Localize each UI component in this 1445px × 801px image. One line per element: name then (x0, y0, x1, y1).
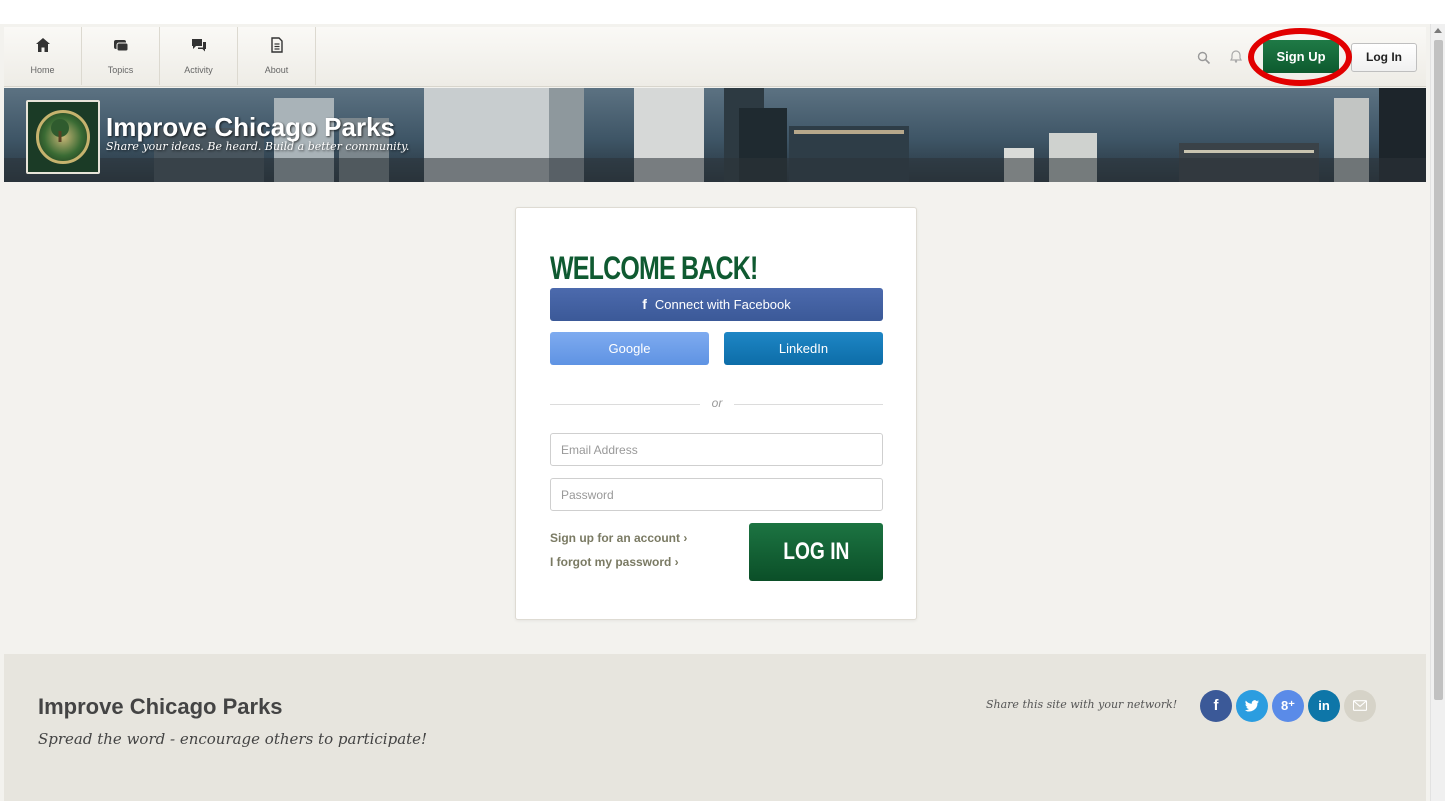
nav-home-label: Home (30, 65, 55, 75)
activity-icon (192, 39, 206, 52)
nav-about-label: About (264, 65, 289, 75)
email-field[interactable] (550, 433, 883, 466)
nav-about[interactable]: About (238, 27, 316, 85)
facebook-connect-label: Connect with Facebook (654, 297, 791, 312)
nav-activity[interactable]: Activity (160, 27, 238, 85)
facebook-connect-button[interactable]: f Connect with Facebook (550, 288, 883, 321)
site-tagline: Share your ideas. Be heard. Build a bett… (106, 140, 410, 153)
forgot-password-link[interactable]: I forgot my password › (550, 555, 679, 569)
google-login-button[interactable]: Google (550, 332, 709, 365)
scroll-up-arrow-icon[interactable] (1434, 28, 1442, 33)
nav-activity-label: Activity (184, 65, 213, 75)
notifications-icon[interactable] (1229, 49, 1243, 63)
footer-subtitle: Spread the word - encourage others to pa… (38, 730, 428, 748)
password-field[interactable] (550, 478, 883, 511)
nav-home[interactable]: Home (4, 27, 82, 85)
footer-title: Improve Chicago Parks (38, 694, 283, 719)
top-nav-bar: Home Topics Activity About Sign Up Log I… (4, 27, 1426, 87)
share-google-plus-button[interactable]: 8⁺ (1272, 690, 1304, 722)
share-prompt: Share this site with your network! (986, 698, 1178, 711)
email-icon (1352, 700, 1368, 711)
site-title[interactable]: Improve Chicago Parks (106, 112, 395, 143)
facebook-icon: f (1213, 697, 1219, 714)
divider-right (734, 404, 883, 405)
nav-topics-label: Topics (107, 65, 134, 75)
linkedin-icon: in (1318, 698, 1330, 713)
top-whitespace (0, 0, 1445, 24)
scroll-thumb[interactable] (1434, 40, 1443, 700)
page: Home Topics Activity About Sign Up Log I… (0, 0, 1445, 801)
share-linkedin-button[interactable]: in (1308, 690, 1340, 722)
welcome-heading: WELCOME BACK! (550, 250, 758, 286)
share-email-button[interactable] (1344, 690, 1376, 722)
home-icon (36, 38, 50, 52)
divider-left (550, 404, 700, 405)
facebook-icon: f (642, 296, 647, 312)
site-banner: Improve Chicago Parks Share your ideas. … (4, 88, 1426, 182)
or-divider-text: or (711, 396, 723, 410)
linkedin-login-button[interactable]: LinkedIn (724, 332, 883, 365)
share-twitter-button[interactable] (1236, 690, 1268, 722)
vertical-scrollbar[interactable] (1430, 24, 1445, 801)
tree-icon (51, 119, 69, 142)
google-plus-icon: 8⁺ (1280, 698, 1296, 713)
login-submit-label: LOG IN (782, 538, 850, 565)
login-button[interactable]: Log In (1351, 43, 1417, 72)
signup-button[interactable]: Sign Up (1263, 40, 1339, 73)
twitter-icon (1244, 700, 1259, 712)
topics-icon (114, 40, 129, 52)
about-icon (271, 37, 283, 53)
signup-link[interactable]: Sign up for an account › (550, 531, 687, 545)
site-logo[interactable] (26, 100, 100, 174)
nav-topics[interactable]: Topics (82, 27, 160, 85)
login-card: WELCOME BACK! f Connect with Facebook Goo… (515, 207, 917, 620)
login-submit-button[interactable]: LOG IN (749, 523, 883, 581)
share-facebook-button[interactable]: f (1200, 690, 1232, 722)
search-icon[interactable] (1197, 51, 1211, 65)
footer: Improve Chicago Parks Spread the word - … (4, 654, 1426, 801)
